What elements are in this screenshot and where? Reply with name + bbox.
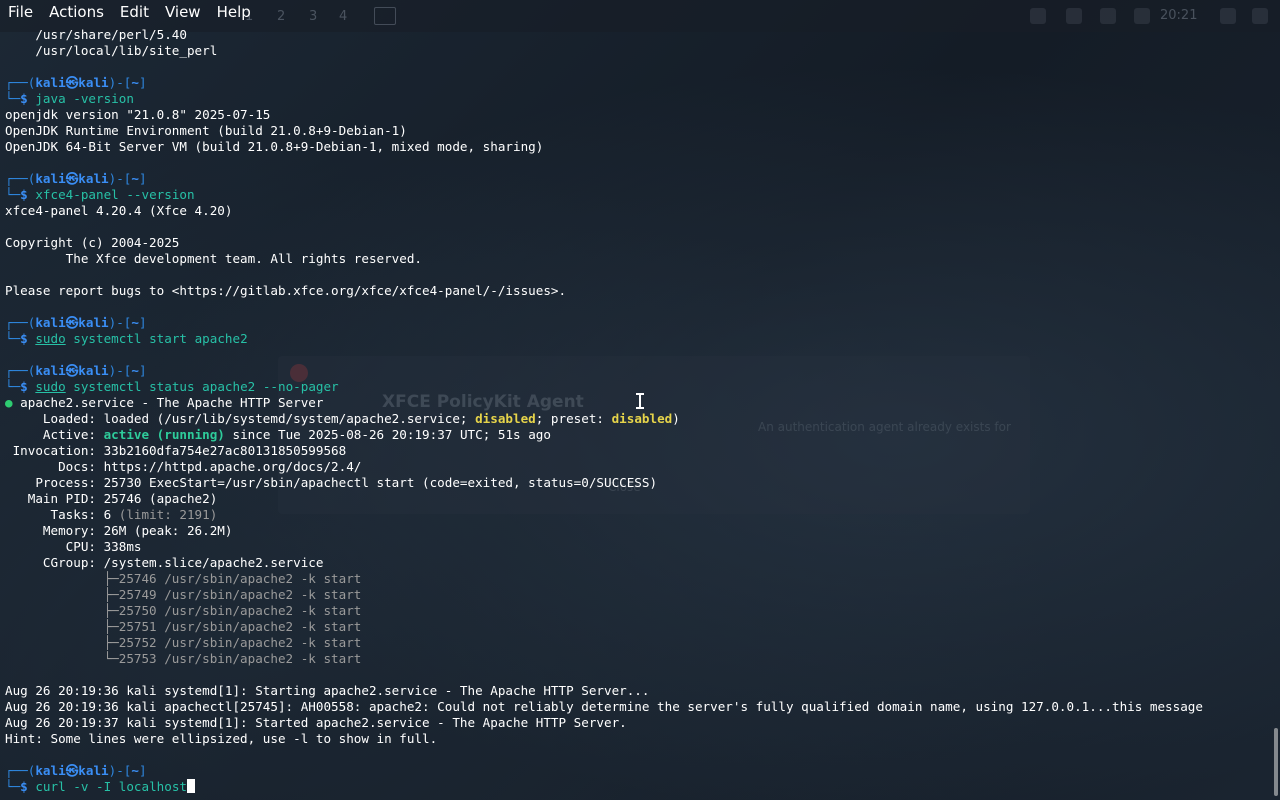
process-tree-line: ├─25750 /usr/sbin/apache2 -k start xyxy=(5,603,362,618)
logout-icon[interactable] xyxy=(1252,8,1268,24)
terminal-launcher-icon[interactable] xyxy=(374,7,396,25)
status-loaded-line: Loaded: loaded (/usr/lib/systemd/system/… xyxy=(5,411,680,426)
output-line: openjdk version "21.0.8" 2025-07-15 xyxy=(5,107,271,122)
panel-clock[interactable]: 20:21 xyxy=(1160,8,1197,23)
output-line: OpenJDK Runtime Environment (build 21.0.… xyxy=(5,123,407,138)
workspace-3[interactable]: 3 xyxy=(309,9,317,24)
process-tree-line: └─25753 /usr/sbin/apache2 -k start xyxy=(5,651,362,666)
output-line: Copyright (c) 2004-2025 xyxy=(5,235,180,250)
mouse-ibeam-cursor-icon xyxy=(635,392,645,410)
hint-line: Hint: Some lines were ellipsized, use -l… xyxy=(5,731,438,746)
log-line: Aug 26 20:19:37 kali systemd[1]: Started… xyxy=(5,715,627,730)
menu-view[interactable]: View xyxy=(157,0,209,22)
output-line: Docs: https://httpd.apache.org/docs/2.4/ xyxy=(5,459,362,474)
volume-icon[interactable] xyxy=(1066,8,1082,24)
output-line: Main PID: 25746 (apache2) xyxy=(5,491,218,506)
menu-actions[interactable]: Actions xyxy=(41,0,112,22)
terminal-menubar: File Actions Edit View Help xyxy=(0,0,259,22)
output-line: CGroup: /system.slice/apache2.service xyxy=(5,555,324,570)
prompt-line: ┌──(kali㉿kali)-[~] xyxy=(5,315,147,330)
workspace-4[interactable]: 4 xyxy=(339,9,347,24)
status-tasks-line: Tasks: 6 (limit: 2191) xyxy=(5,507,218,522)
output-line: CPU: 338ms xyxy=(5,539,142,554)
menu-edit[interactable]: Edit xyxy=(112,0,157,22)
process-tree-line: ├─25746 /usr/sbin/apache2 -k start xyxy=(5,571,362,586)
command-input[interactable]: curl -v -I localhost xyxy=(35,779,187,794)
log-line: Aug 26 20:19:36 kali apachectl[25745]: A… xyxy=(5,699,1203,714)
process-tree-line: ├─25751 /usr/sbin/apache2 -k start xyxy=(5,619,362,634)
process-tree-line: ├─25752 /usr/sbin/apache2 -k start xyxy=(5,635,362,650)
menu-file[interactable]: File xyxy=(0,0,41,22)
log-line: Aug 26 20:19:36 kali systemd[1]: Startin… xyxy=(5,683,650,698)
prompt-line: ┌──(kali㉿kali)-[~] xyxy=(5,763,147,778)
output-line: /usr/share/perl/5.40 xyxy=(5,27,187,42)
menu-help[interactable]: Help xyxy=(209,0,259,22)
notification-icon[interactable] xyxy=(1100,8,1116,24)
command-line: └─$ xfce4-panel --version xyxy=(5,187,195,202)
output-line: Invocation: 33b2160dfa754e27ac8013185059… xyxy=(5,443,347,458)
display-icon[interactable] xyxy=(1030,8,1046,24)
workspace-2[interactable]: 2 xyxy=(277,9,285,24)
prompt-line: ┌──(kali㉿kali)-[~] xyxy=(5,75,147,90)
lock-icon[interactable] xyxy=(1220,8,1236,24)
output-line: Process: 25730 ExecStart=/usr/sbin/apach… xyxy=(5,475,658,490)
process-tree-line: ├─25749 /usr/sbin/apache2 -k start xyxy=(5,587,362,602)
prompt-line: ┌──(kali㉿kali)-[~] xyxy=(5,171,147,186)
current-command-line[interactable]: └─$ curl -v -I localhost xyxy=(5,779,1280,795)
output-line: /usr/local/lib/site_perl xyxy=(5,43,218,58)
status-active-line: Active: active (running) since Tue 2025-… xyxy=(5,427,551,442)
output-line: Memory: 26M (peak: 26.2M) xyxy=(5,523,233,538)
power-icon[interactable] xyxy=(1134,8,1150,24)
command-line: └─$ sudo systemctl start apache2 xyxy=(5,331,248,346)
terminal-output[interactable]: /usr/share/perl/5.40 /usr/local/lib/site… xyxy=(5,27,1280,800)
status-dot-icon: ● xyxy=(5,395,13,410)
output-line: xfce4-panel 4.20.4 (Xfce 4.20) xyxy=(5,203,233,218)
output-line: Please report bugs to <https://gitlab.xf… xyxy=(5,283,567,298)
command-line: └─$ java -version xyxy=(5,91,134,106)
output-line: OpenJDK 64-Bit Server VM (build 21.0.8+9… xyxy=(5,139,544,154)
text-cursor xyxy=(187,779,195,793)
terminal-scrollbar[interactable] xyxy=(1274,728,1278,796)
prompt-line: ┌──(kali㉿kali)-[~] xyxy=(5,363,147,378)
output-line: The Xfce development team. All rights re… xyxy=(5,251,423,266)
